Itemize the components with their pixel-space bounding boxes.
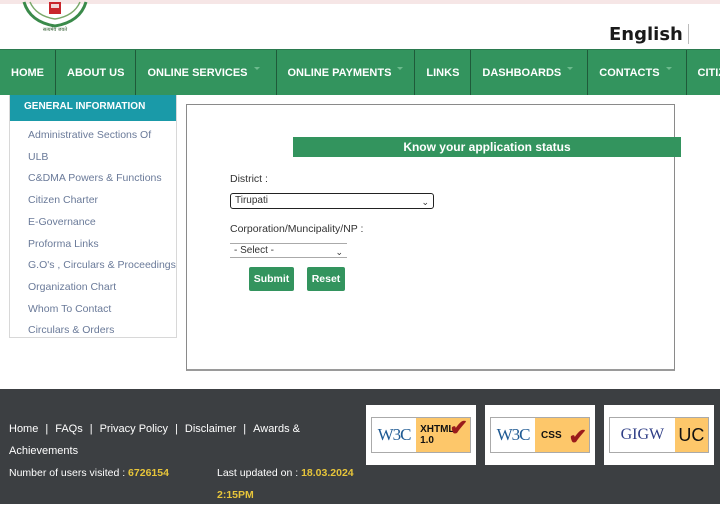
district-select-value: Tirupati xyxy=(235,195,268,206)
nav-dashboards[interactable]: DASHBOARDS xyxy=(471,50,589,95)
nav-contacts[interactable]: CONTACTS xyxy=(588,50,687,95)
reset-button[interactable]: Reset xyxy=(307,267,345,291)
nav-online-services-label: ONLINE SERVICES xyxy=(147,66,248,79)
svg-text:सत्यमेव जयते: सत्यमेव जयते xyxy=(43,26,67,32)
sidebar-item-administrative-sections-cont[interactable]: ULB xyxy=(28,147,176,169)
caret-down-icon xyxy=(397,67,404,70)
sidebar-item-administrative-sections[interactable]: Administrative Sections Of xyxy=(28,125,176,147)
nav-links[interactable]: LINKS xyxy=(415,50,472,95)
footer-link-home[interactable]: Home xyxy=(9,423,38,435)
caret-down-icon xyxy=(567,67,574,70)
css-text: CSS xyxy=(541,429,562,441)
form-title: Know your application status xyxy=(293,137,681,157)
sidebar-item-organization-chart[interactable]: Organization Chart xyxy=(28,277,176,299)
footer-separator: | xyxy=(243,423,247,435)
top-border xyxy=(0,0,720,4)
emblem-logo-icon[interactable]: सत्यमेव जयते xyxy=(20,0,90,32)
sidebar-item-citizen-charter[interactable]: Citizen Charter xyxy=(28,190,176,212)
nav-contacts-label: CONTACTS xyxy=(599,66,660,79)
main-navigation: HOME ABOUT US ONLINE SERVICES ONLINE PAY… xyxy=(0,49,720,95)
visitor-count: Number of users visited : 6726154 xyxy=(9,467,169,479)
checkmark-icon: ✔ xyxy=(568,424,587,449)
chevron-down-icon: ⌄ xyxy=(421,197,429,207)
footer-separator: | xyxy=(175,423,178,435)
language-divider xyxy=(688,24,689,44)
corporation-label: Corporation/Muncipality/NP : xyxy=(230,223,364,235)
w3c-logo-icon: W3C xyxy=(491,418,536,452)
general-information-sidebar: GENERAL INFORMATION Administrative Secti… xyxy=(9,95,177,338)
nav-home[interactable]: HOME xyxy=(0,50,56,95)
nav-about-us-label: ABOUT US xyxy=(67,66,125,79)
gigw-uc-label: UC xyxy=(674,418,708,452)
sidebar-list: Administrative Sections Of ULB C&DMA Pow… xyxy=(10,121,176,342)
sidebar-item-whom-to-contact[interactable]: Whom To Contact xyxy=(28,299,176,321)
district-select[interactable]: Tirupati ⌄ xyxy=(230,193,434,209)
visitor-count-value: 6726154 xyxy=(128,467,169,479)
w3c-css-badge[interactable]: W3C CSS ✔ xyxy=(485,405,595,465)
checkmark-icon: ✔ xyxy=(449,415,468,440)
footer-separator: | xyxy=(89,423,93,435)
chevron-down-icon: ⌄ xyxy=(335,247,343,257)
xhtml-label: XHTML 1.0 ✔ xyxy=(416,415,470,452)
caret-down-icon xyxy=(253,67,260,70)
last-updated: Last updated on : 18.03.2024 2:15PM xyxy=(217,462,367,506)
district-label: District : xyxy=(230,173,268,185)
footer-link-privacy-policy[interactable]: Privacy Policy xyxy=(100,423,168,435)
footer-links: Home | FAQs | Privacy Policy | Disclaimer | Awar… xyxy=(9,418,359,462)
sidebar-item-cdma-powers[interactable]: C&DMA Powers & Functions xyxy=(28,168,176,190)
sidebar-item-gos-circulars[interactable]: G.O's , Circulars & Proceedings xyxy=(28,255,176,277)
sidebar-item-proforma-links[interactable]: Proforma Links xyxy=(28,234,176,256)
nav-links-label: LINKS xyxy=(426,66,460,79)
nav-online-services[interactable]: ONLINE SERVICES xyxy=(136,50,277,95)
nav-about-us[interactable]: ABOUT US xyxy=(56,50,137,95)
nav-online-payments-label: ONLINE PAYMENTS xyxy=(287,66,392,79)
caret-down-icon xyxy=(665,67,672,70)
corporation-select[interactable]: - Select - ⌄ xyxy=(230,243,347,258)
nav-home-label: HOME xyxy=(11,66,44,79)
footer-separator: | xyxy=(45,423,49,435)
sidebar-title: GENERAL INFORMATION xyxy=(10,95,176,121)
nav-dashboards-label: DASHBOARDS xyxy=(482,66,562,79)
sidebar-item-circulars-orders[interactable]: Circulars & Orders xyxy=(28,320,176,342)
corporation-select-value: - Select - xyxy=(234,245,275,256)
gigw-logo-text: GIGW xyxy=(610,418,675,452)
gigw-badge[interactable]: GIGW UC xyxy=(604,405,714,465)
sidebar-item-e-governance[interactable]: E-Governance xyxy=(28,212,176,234)
w3c-logo-icon: W3C xyxy=(372,418,417,452)
w3c-xhtml-badge[interactable]: W3C XHTML 1.0 ✔ xyxy=(366,405,476,465)
nav-online-payments[interactable]: ONLINE PAYMENTS xyxy=(277,50,416,95)
submit-button[interactable]: Submit xyxy=(249,267,294,291)
nav-citizen-login[interactable]: CITIZEN LOGIN xyxy=(687,50,720,95)
last-updated-label: Last updated on : xyxy=(217,467,302,479)
language-selector[interactable]: English xyxy=(609,24,683,45)
footer-link-faqs[interactable]: FAQs xyxy=(55,423,83,435)
css-label: CSS ✔ xyxy=(535,418,589,452)
footer-link-disclaimer[interactable]: Disclaimer xyxy=(185,423,236,435)
visitor-count-label: Number of users visited : xyxy=(9,467,129,479)
nav-citizen-login-label: CITIZEN LOGIN xyxy=(697,66,720,79)
